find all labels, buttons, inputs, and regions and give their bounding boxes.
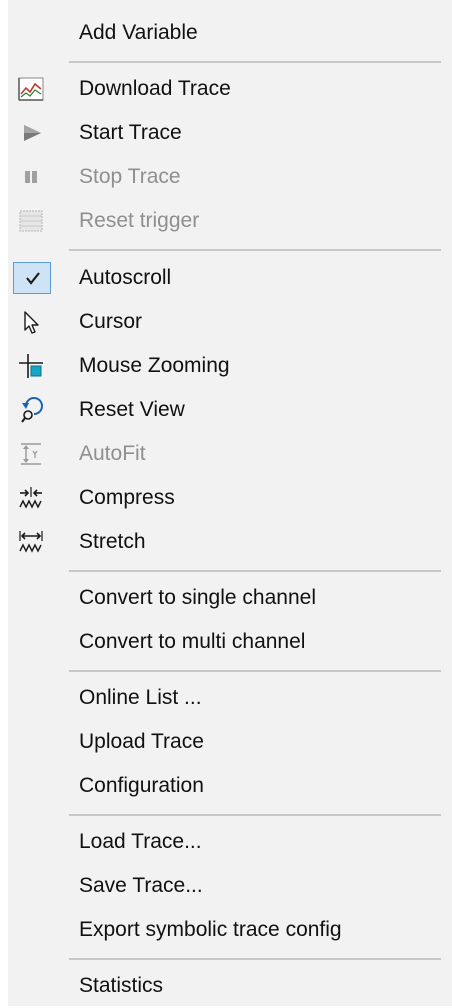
menu-item-label: Statistics (79, 974, 164, 997)
menu-item-download-trace[interactable]: Download Trace (10, 67, 442, 111)
stretch-icon (19, 531, 43, 553)
menu-item-convert-multi-channel[interactable]: Convert to multi channel (10, 620, 442, 664)
menu-item-statistics[interactable]: Statistics (10, 964, 442, 1008)
menu-item-export-symbolic-trace-config[interactable]: Export symbolic trace config (10, 908, 442, 952)
menu-item-label: Add Variable (79, 21, 198, 44)
menu-item-label: Reset View (79, 398, 185, 421)
menu-item-mouse-zooming[interactable]: Mouse Zooming (10, 344, 442, 388)
menu-item-compress[interactable]: Compress (10, 476, 442, 520)
menu-item-add-variable[interactable]: Add Variable (10, 11, 442, 55)
cursor-arrow-icon (24, 311, 39, 334)
reset-view-icon (21, 397, 43, 423)
menu-item-label: Export symbolic trace config (79, 918, 342, 941)
menu-item-upload-trace[interactable]: Upload Trace (10, 720, 442, 764)
menu-item-label: Configuration (79, 774, 204, 797)
menu-item-label: Cursor (79, 310, 143, 333)
menu-item-load-trace[interactable]: Load Trace... (10, 820, 442, 864)
context-menu: Add Variable Download Trace Start Trace … (0, 0, 452, 1006)
menu-item-cursor[interactable]: Cursor (10, 300, 442, 344)
menu-separator (69, 61, 441, 63)
menu-item-label: Save Trace... (79, 874, 203, 897)
menu-left-edge (0, 0, 8, 1006)
menu-item-autoscroll[interactable]: Autoscroll (10, 256, 442, 300)
stop-trace-icon (25, 171, 37, 183)
menu-item-convert-single-channel[interactable]: Convert to single channel (10, 576, 442, 620)
mouse-zoom-icon (19, 354, 43, 378)
menu-separator (69, 670, 441, 672)
menu-item-reset-view[interactable]: Reset View (10, 388, 442, 432)
menu-item-label: Convert to single channel (79, 586, 316, 609)
start-trace-icon (24, 125, 41, 141)
menu-item-label: Online List ... (79, 686, 202, 709)
menu-separator (69, 249, 441, 251)
checkmark-icon (26, 272, 40, 285)
menu-item-label: Reset trigger (79, 209, 200, 232)
compress-icon (19, 487, 42, 509)
menu-item-online-list[interactable]: Online List ... (10, 676, 442, 720)
menu-separator (69, 958, 441, 960)
menu-item-autofit[interactable]: AutoFit (10, 432, 442, 476)
menu-item-stretch[interactable]: Stretch (10, 520, 442, 564)
menu-item-start-trace[interactable]: Start Trace (10, 111, 442, 155)
menu-item-label: Stretch (79, 530, 146, 553)
menu-item-label: Upload Trace (79, 730, 204, 753)
menu-item-label: Start Trace (79, 121, 182, 144)
download-trace-icon (18, 77, 44, 101)
menu-item-stop-trace[interactable]: Stop Trace (10, 155, 442, 199)
menu-item-reset-trigger[interactable]: Reset trigger (10, 199, 442, 243)
menu-item-label: Download Trace (79, 77, 231, 100)
menu-separator (69, 814, 441, 816)
menu-item-label: Compress (79, 486, 175, 509)
menu-item-save-trace[interactable]: Save Trace... (10, 864, 442, 908)
menu-item-label: Autoscroll (79, 266, 172, 289)
menu-item-label: Convert to multi channel (79, 630, 306, 653)
menu-item-label: Mouse Zooming (79, 354, 230, 377)
menu-item-label: AutoFit (79, 442, 146, 465)
autofit-icon (21, 443, 41, 465)
menu-separator (69, 570, 441, 572)
menu-item-configuration[interactable]: Configuration (10, 764, 442, 808)
reset-trigger-icon (19, 210, 43, 232)
menu-item-label: Stop Trace (79, 165, 181, 188)
menu-item-label: Load Trace... (79, 830, 202, 853)
